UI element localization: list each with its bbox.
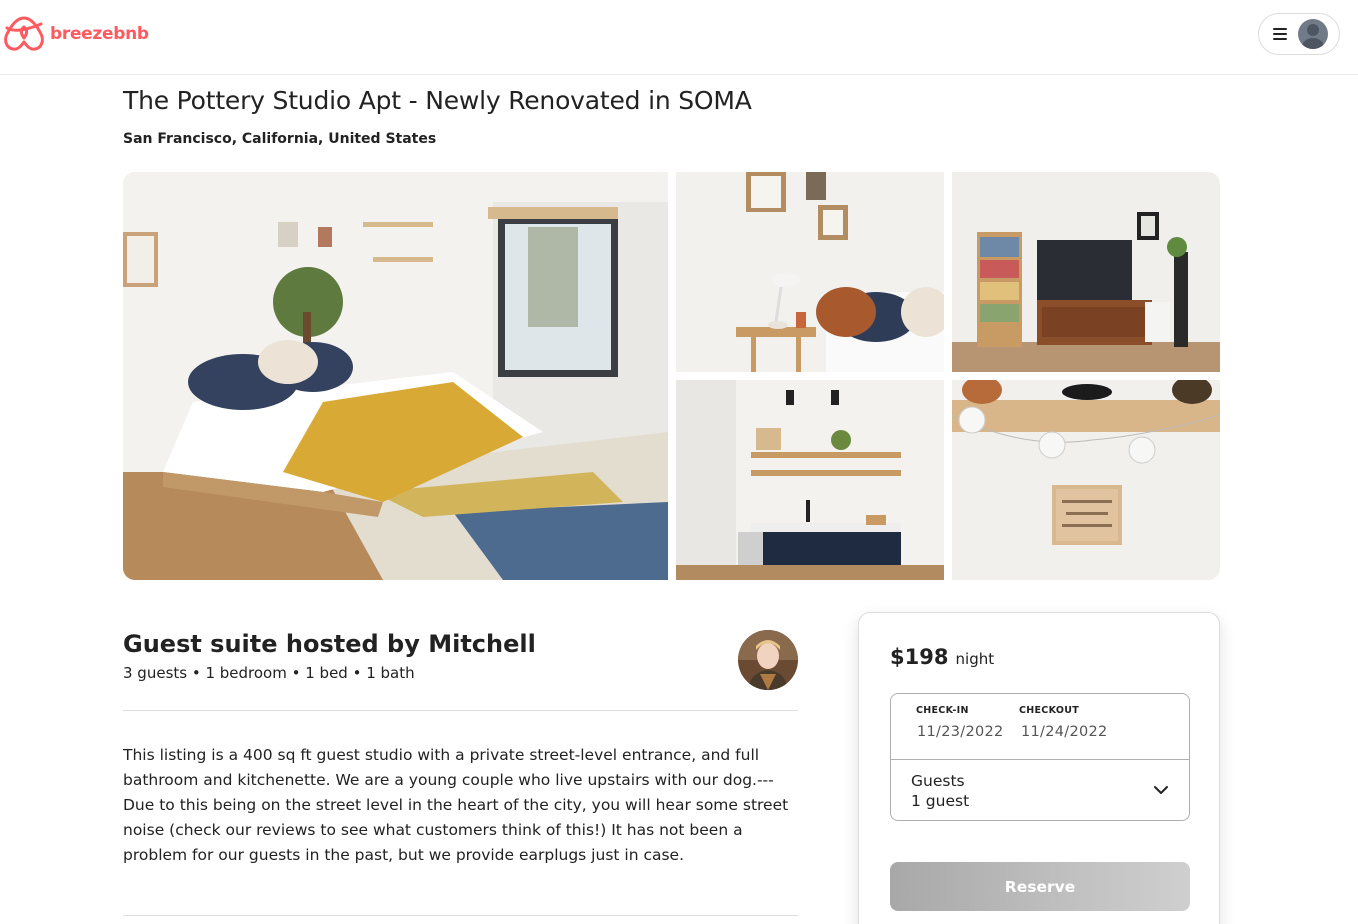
checkout-value: 11/24/2022 <box>1021 724 1108 740</box>
listing-title: The Pottery Studio Apt - Newly Renovated… <box>123 86 752 115</box>
brand-name: breezebnb <box>50 24 149 44</box>
photo-bedroom[interactable] <box>123 172 668 580</box>
user-menu-button[interactable] <box>1258 13 1340 55</box>
reserve-button[interactable]: Reserve <box>890 862 1190 911</box>
checkin-field[interactable]: CHECK-IN 11/23/2022 <box>891 694 1003 760</box>
photo-kitchenette[interactable] <box>676 380 944 580</box>
guests-select[interactable]: Guests 1 guest <box>891 760 1189 822</box>
section-divider <box>123 915 798 916</box>
price-unit: night <box>955 650 995 668</box>
checkin-value: 11/23/2022 <box>917 724 1004 740</box>
bedroom-image <box>123 172 668 580</box>
checkin-label: CHECK-IN <box>916 705 969 716</box>
hamburger-menu-icon <box>1273 28 1287 40</box>
chevron-down-icon <box>1154 786 1168 794</box>
listing-location: San Francisco, California, United States <box>123 131 437 147</box>
nightly-price: $198 night <box>890 645 994 669</box>
bedside-image <box>676 172 944 372</box>
photo-shelf-letterboard[interactable] <box>952 380 1220 580</box>
section-divider <box>123 710 798 711</box>
photo-living-area[interactable] <box>952 172 1220 372</box>
checkout-label: CHECKOUT <box>1019 705 1079 716</box>
date-range: CHECK-IN 11/23/2022 CHECKOUT 11/24/2022 <box>891 694 1189 760</box>
brand-logo-link[interactable]: breezebnb <box>3 14 149 54</box>
host-heading: Guest suite hosted by Mitchell <box>123 630 536 658</box>
listing-capacity: 3 guests • 1 bedroom • 1 bed • 1 bath <box>123 664 415 682</box>
top-nav: breezebnb <box>0 0 1358 75</box>
host-photo <box>738 630 798 690</box>
photo-bedside-nook[interactable] <box>676 172 944 372</box>
checkout-field[interactable]: CHECKOUT 11/24/2022 <box>994 694 1190 760</box>
guests-value: 1 guest <box>911 792 970 810</box>
host-avatar[interactable] <box>738 630 798 690</box>
living-area-image <box>952 172 1220 372</box>
price-amount: $198 <box>890 645 949 669</box>
guests-label: Guests <box>911 772 965 790</box>
listing-description: This listing is a 400 sq ft guest studio… <box>123 746 789 864</box>
booking-inputs: CHECK-IN 11/23/2022 CHECKOUT 11/24/2022 … <box>890 693 1190 821</box>
breezebnb-logo-icon <box>4 16 44 51</box>
user-avatar-icon <box>1298 19 1328 49</box>
booking-card: $198 night CHECK-IN 11/23/2022 CHECKOUT … <box>858 612 1220 924</box>
kitchenette-image <box>676 380 944 580</box>
shelf-letterboard-image <box>952 380 1220 580</box>
